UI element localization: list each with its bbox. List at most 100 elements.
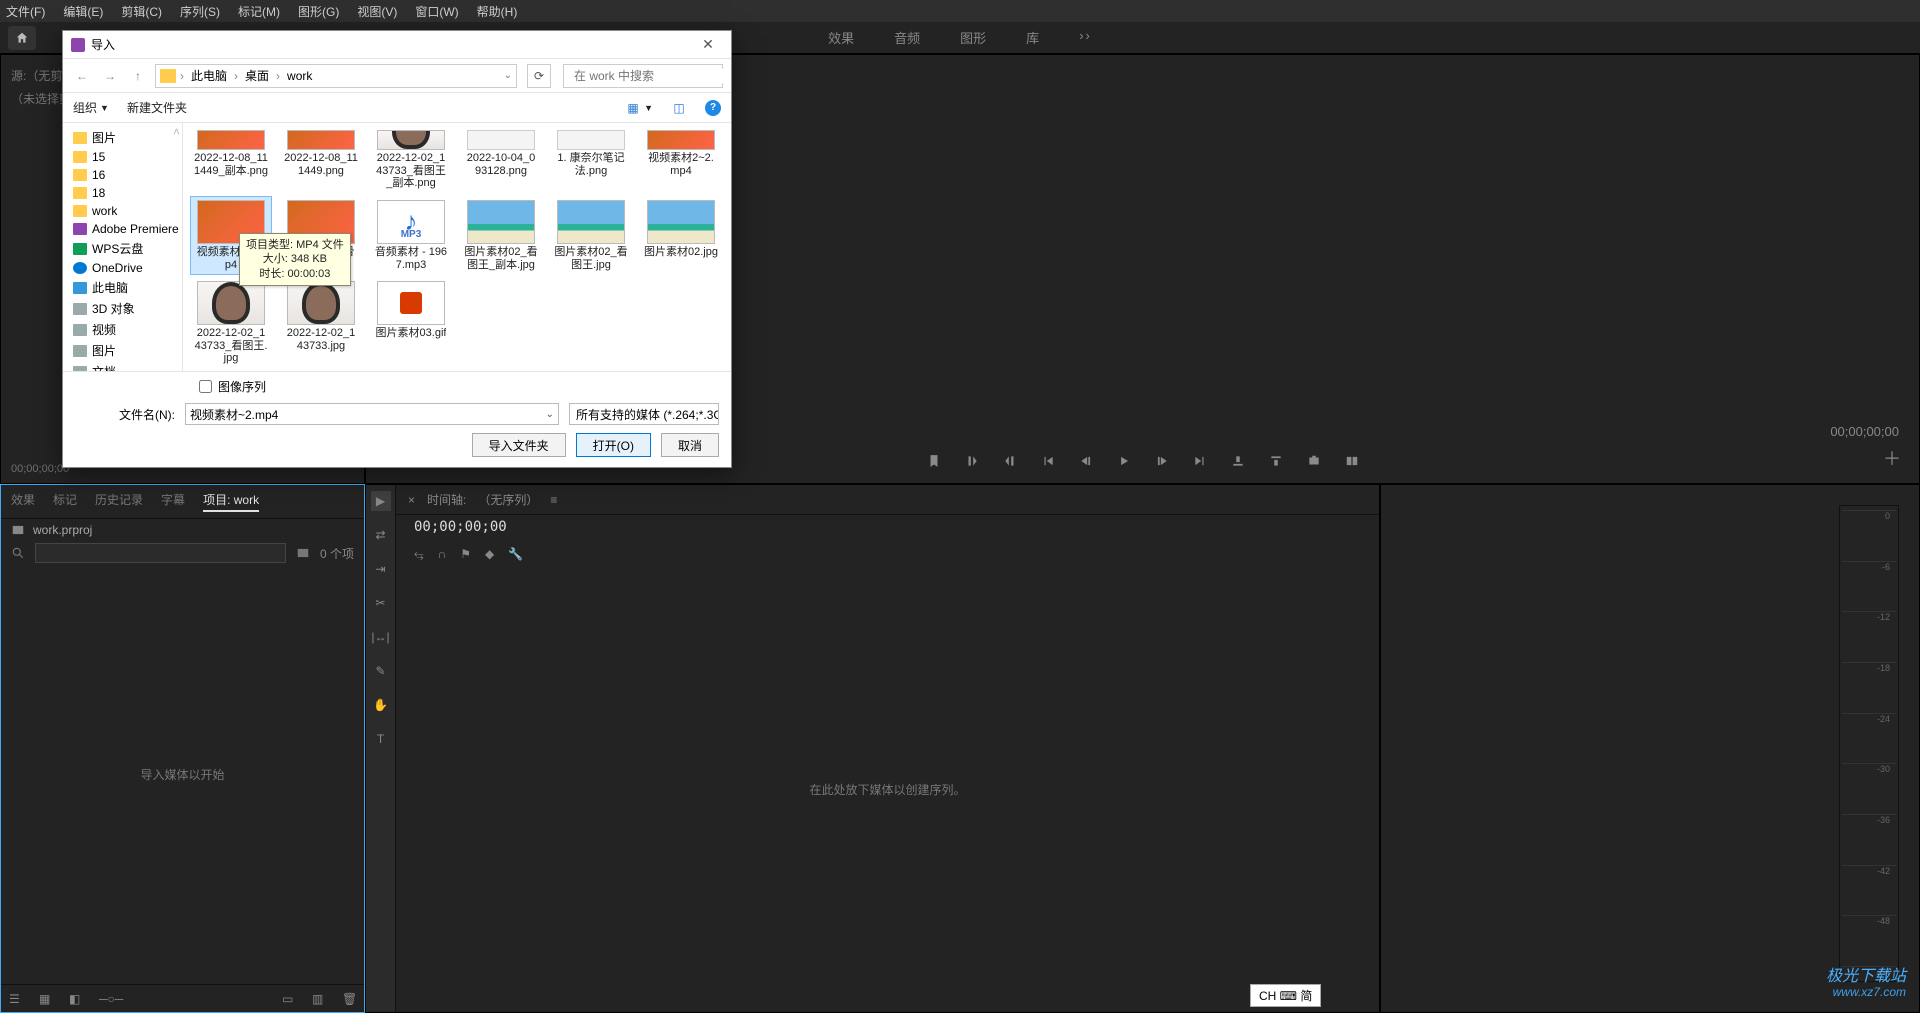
list-view-icon[interactable]: ☰ [9,992,23,1006]
tree-item[interactable]: Adobe Premiere [63,220,182,238]
razor-tool-icon[interactable]: ✂ [371,593,391,613]
linked-sel-icon[interactable]: ∩ [438,547,447,562]
file-item[interactable]: 2022-10-04_093128.png [461,127,541,193]
proj-tab-captions[interactable]: 字幕 [161,491,185,512]
file-item[interactable]: ♪MP3音频素材 - 1967.mp3 [371,197,451,274]
file-item[interactable]: 1. 康奈尔笔记法.png [551,127,631,193]
tree-item[interactable]: 此电脑 [63,277,182,298]
file-item[interactable]: 图片素材02_看图王_副本.jpg [461,197,541,274]
goto-out-icon[interactable] [1193,454,1207,468]
tree-item[interactable]: 3D 对象 [63,298,182,319]
crumb-folder[interactable]: work [284,69,315,83]
file-item[interactable]: 2022-12-02_143733.jpg [281,278,361,368]
goto-in-icon[interactable] [1041,454,1055,468]
step-back-icon[interactable] [1079,454,1093,468]
filename-combobox[interactable]: 视频素材~2.mp4 ⌄ [185,403,559,425]
filter-bin-icon[interactable] [296,546,310,560]
proj-tab-project[interactable]: 项目: work [203,491,259,512]
tab-library[interactable]: 库 [1026,28,1039,47]
compare-icon[interactable] [1345,454,1359,468]
lift-icon[interactable] [1231,454,1245,468]
tree-item[interactable]: 图片 [63,340,182,361]
track-select-tool-icon[interactable]: ⇄ [371,525,391,545]
proj-tab-history[interactable]: 历史记录 [95,491,143,512]
file-type-filter[interactable]: 所有支持的媒体 (*.264;*.3G2;* ⌄ [569,403,719,425]
wrench-icon[interactable]: 🔧 [508,547,523,562]
tree-item[interactable]: 16 [63,166,182,184]
file-item[interactable]: 视频素材2~2.mp4 [641,127,721,193]
dialog-folder-tree[interactable]: ˄ 图片151618workAdobe PremiereWPS云盘OneDriv… [63,123,183,371]
marker-add-icon[interactable]: ⚑ [460,547,471,562]
ripple-tool-icon[interactable]: ⇥ [371,559,391,579]
marker-icon[interactable] [927,454,941,468]
crumb-pc[interactable]: 此电脑 [188,67,230,84]
refresh-button[interactable]: ⟳ [527,64,551,88]
ime-indicator[interactable]: CH ⌨ 简 [1250,984,1321,1007]
path-breadcrumb[interactable]: › 此电脑 › 桌面 › work ⌄ [155,64,517,88]
tree-item[interactable]: 视频 [63,319,182,340]
preview-pane-icon[interactable]: ◫ [671,100,687,116]
tab-effects[interactable]: 效果 [828,28,854,47]
menu-graphic[interactable]: 图形(G) [298,3,339,20]
tree-item[interactable]: 18 [63,184,182,202]
organize-menu[interactable]: 组织 ▼ [73,99,109,116]
dialog-close-button[interactable]: ✕ [693,34,723,56]
slip-tool-icon[interactable]: |↔| [371,627,391,647]
tree-item[interactable]: OneDrive [63,259,182,277]
trash-icon[interactable]: 🗑 [342,992,356,1006]
menu-help[interactable]: 帮助(H) [477,3,518,20]
tl-settings-icon[interactable]: ◆ [485,547,494,562]
image-sequence-checkbox[interactable] [199,380,212,393]
menu-clip[interactable]: 剪辑(C) [121,3,162,20]
file-item[interactable]: 2022-12-08_111449.png [281,127,361,193]
tree-item[interactable]: 图片 [63,127,182,148]
nav-forward-button[interactable]: → [99,65,121,87]
selection-tool-icon[interactable]: ▶ [371,491,391,511]
zoom-slider-icon[interactable]: ─○─ [99,992,113,1006]
freeform-view-icon[interactable]: ◧ [69,992,83,1006]
new-item-icon[interactable]: ▥ [312,992,326,1006]
nav-back-button[interactable]: ← [71,65,93,87]
new-bin-icon[interactable]: ▭ [282,992,296,1006]
view-mode-button[interactable]: ▦▼ [625,100,653,116]
dialog-search-box[interactable] [563,64,723,88]
menu-edit[interactable]: 编辑(E) [63,3,103,20]
file-item[interactable]: 图片素材02.jpg [641,197,721,274]
menu-window[interactable]: 窗口(W) [415,3,458,20]
timeline-close-icon[interactable]: × [408,493,415,507]
tree-item[interactable]: work [63,202,182,220]
type-tool-icon[interactable]: T [371,729,391,749]
out-point-icon[interactable] [1003,454,1017,468]
help-icon[interactable]: ? [705,100,721,116]
file-item[interactable]: 2022-12-02_143733_看图王_副本.png [371,127,451,193]
file-item[interactable]: 2022-12-08_111449_副本.png [191,127,271,193]
menu-view[interactable]: 视图(V) [357,3,397,20]
import-folder-button[interactable]: 导入文件夹 [472,433,566,457]
tree-item[interactable]: WPS云盘 [63,238,182,259]
crumb-desktop[interactable]: 桌面 [242,67,272,84]
extract-icon[interactable] [1269,454,1283,468]
file-item[interactable]: 图片素材02_看图王.jpg [551,197,631,274]
tab-more[interactable]: ›› [1079,28,1092,47]
in-point-icon[interactable] [965,454,979,468]
step-fwd-icon[interactable] [1155,454,1169,468]
home-button[interactable] [8,26,36,50]
path-dropdown-icon[interactable]: ⌄ [504,70,512,81]
tree-scroll-up-icon[interactable]: ˄ [173,125,180,139]
proj-tab-markers[interactable]: 标记 [53,491,77,512]
hand-tool-icon[interactable]: ✋ [371,695,391,715]
proj-tab-effects[interactable]: 效果 [11,491,35,512]
dialog-search-input[interactable] [570,69,729,83]
menu-marker[interactable]: 标记(M) [238,3,280,20]
play-icon[interactable] [1117,454,1131,468]
menu-sequence[interactable]: 序列(S) [180,3,220,20]
project-search-input[interactable] [35,543,286,563]
nav-up-button[interactable]: ↑ [127,65,149,87]
tree-item[interactable]: 文档 [63,361,182,371]
tab-graphics[interactable]: 图形 [960,28,986,47]
snap-icon[interactable]: ⥃ [414,547,424,562]
file-item[interactable]: 图片素材03.gif [371,278,451,368]
dialog-file-grid[interactable]: 2022-12-08_111449_副本.png2022-12-08_11144… [183,123,731,371]
tab-audio[interactable]: 音频 [894,28,920,47]
cancel-button[interactable]: 取消 [661,433,719,457]
